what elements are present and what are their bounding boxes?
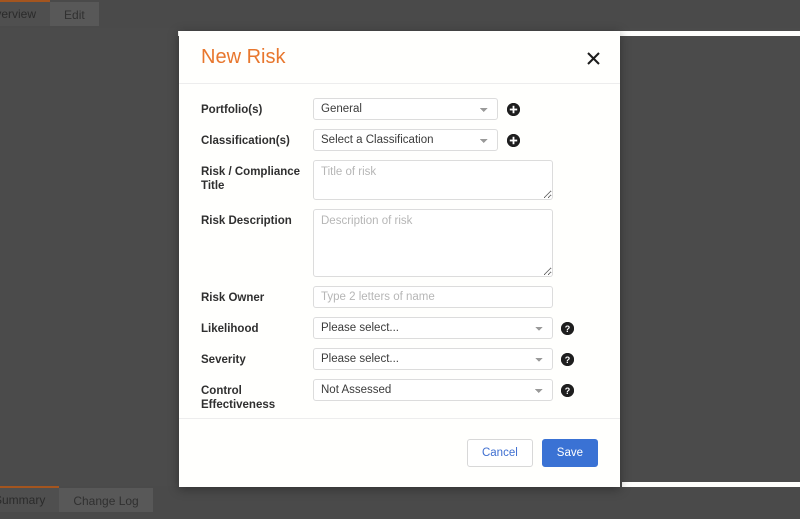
tab-overview[interactable]: Overview <box>0 0 51 26</box>
label-likelihood: Likelihood <box>201 323 259 335</box>
label-risk-title: Risk / Compliance Title <box>201 166 301 192</box>
label-risk-owner: Risk Owner <box>201 292 265 304</box>
add-classification-plus-icon[interactable] <box>507 133 520 147</box>
control-wrap-classifications: Select a Classification <box>313 129 598 151</box>
risk-title-input[interactable] <box>313 160 553 200</box>
tab-summary-label: Summary <box>0 493 46 507</box>
bottom-tab-bar: Summary Change Log <box>0 486 800 519</box>
field-row-risk-title: Risk / Compliance Title <box>201 160 598 200</box>
cancel-button[interactable]: Cancel <box>466 438 533 467</box>
severity-select[interactable]: Please select... <box>313 348 553 370</box>
portfolios-select[interactable]: General <box>313 98 498 120</box>
label-control-effectiveness: Control Effectiveness <box>201 385 276 411</box>
page-edge-highlight-bottom <box>622 482 800 487</box>
field-row-control-effectiveness: Control Effectiveness Not Assessed ? <box>201 379 598 412</box>
save-button[interactable]: Save <box>541 438 598 467</box>
field-row-severity: Severity Please select... ? <box>201 348 598 370</box>
tab-change-log[interactable]: Change Log <box>59 488 153 512</box>
likelihood-select[interactable]: Please select... <box>313 317 553 339</box>
field-row-risk-description: Risk Description <box>201 209 598 277</box>
likelihood-help-icon[interactable]: ? <box>561 321 574 335</box>
top-tab-bar: Overview Edit <box>0 0 800 28</box>
tab-edit[interactable]: Edit <box>50 2 99 26</box>
field-row-likelihood: Likelihood Please select... ? <box>201 317 598 339</box>
tab-edit-label: Edit <box>64 8 85 22</box>
new-risk-dialog: New Risk Portfolio(s) General Classifica… <box>179 31 620 487</box>
control-wrap-risk-owner <box>313 286 598 308</box>
svg-text:?: ? <box>565 354 571 364</box>
dialog-footer: Cancel Save <box>179 418 620 486</box>
severity-help-icon[interactable]: ? <box>561 352 574 366</box>
label-classifications: Classification(s) <box>201 135 290 147</box>
label-risk-description: Risk Description <box>201 215 292 227</box>
add-portfolio-plus-icon[interactable] <box>507 102 520 116</box>
svg-text:?: ? <box>565 385 571 395</box>
field-row-classifications: Classification(s) Select a Classificatio… <box>201 129 598 151</box>
label-severity: Severity <box>201 354 246 366</box>
label-portfolios: Portfolio(s) <box>201 104 263 116</box>
risk-description-input[interactable] <box>313 209 553 277</box>
control-wrap-risk-description <box>313 209 598 277</box>
close-icon[interactable] <box>584 49 602 67</box>
svg-text:?: ? <box>565 323 571 333</box>
dialog-body: Portfolio(s) General Classification(s) S… <box>179 84 620 418</box>
control-wrap-likelihood: Please select... ? <box>313 317 598 339</box>
dialog-header: New Risk <box>179 31 620 84</box>
dialog-title: New Risk <box>201 45 286 68</box>
risk-owner-input[interactable] <box>313 286 553 308</box>
classifications-select[interactable]: Select a Classification <box>313 129 498 151</box>
control-wrap-control-effectiveness: Not Assessed ? <box>313 379 598 401</box>
control-wrap-risk-title <box>313 160 598 200</box>
tab-overview-label: Overview <box>0 7 37 21</box>
tab-change-log-label: Change Log <box>73 494 139 508</box>
tab-summary[interactable]: Summary <box>0 486 60 512</box>
control-effectiveness-select[interactable]: Not Assessed <box>313 379 553 401</box>
control-wrap-severity: Please select... ? <box>313 348 598 370</box>
control-wrap-portfolios: General <box>313 98 598 120</box>
field-row-portfolios: Portfolio(s) General <box>201 98 598 120</box>
control-effectiveness-help-icon[interactable]: ? <box>561 383 574 397</box>
field-row-risk-owner: Risk Owner <box>201 286 598 308</box>
